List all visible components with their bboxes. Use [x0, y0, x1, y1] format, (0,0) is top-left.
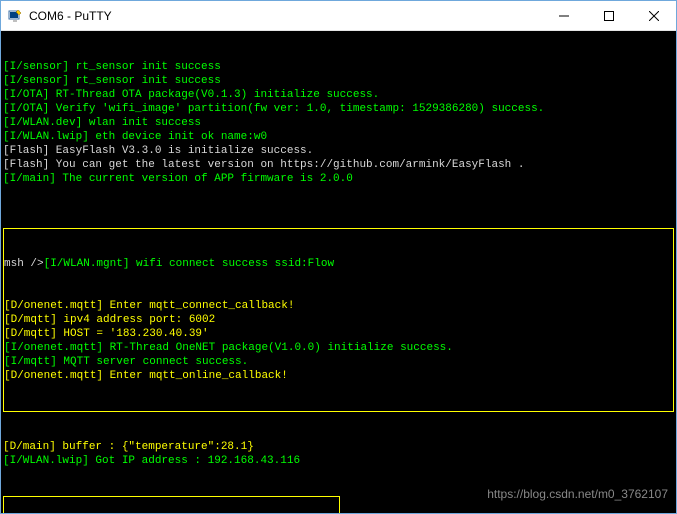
- close-button[interactable]: [631, 1, 676, 30]
- log-line: [I/main] The current version of APP firm…: [3, 172, 674, 186]
- log-line: [I/OTA] Verify 'wifi_image' partition(fw…: [3, 102, 674, 116]
- log-line: [I/sensor] rt_sensor init success: [3, 74, 674, 88]
- log-line: [I/WLAN.mgnt] wifi connect success ssid:…: [44, 258, 334, 270]
- maximize-button[interactable]: [586, 1, 631, 30]
- log-line: [D/onenet.mqtt] Enter mqtt_online_callba…: [4, 369, 673, 383]
- log-line: [I/sensor] rt_sensor init success: [3, 60, 674, 74]
- titlebar[interactable]: COM6 - PuTTY: [1, 1, 676, 31]
- shell-prompt: msh />: [4, 258, 44, 270]
- log-line: [D/mqtt] ipv4 address port: 6002: [4, 313, 673, 327]
- watermark: https://blog.csdn.net/m0_3762107: [487, 487, 668, 501]
- log-line: [I/onenet.mqtt] RT-Thread OneNET package…: [4, 341, 673, 355]
- log-line: [D/main] buffer : {"temperature":28.1}: [3, 440, 674, 454]
- terminal-area[interactable]: [I/sensor] rt_sensor init success[I/sens…: [1, 31, 676, 513]
- log-line: [I/OTA] RT-Thread OTA package(V0.1.3) in…: [3, 88, 674, 102]
- log-line: [I/WLAN.dev] wlan init success: [3, 116, 674, 130]
- log-line: [D/onenet.mqtt] Enter mqtt_connect_callb…: [4, 299, 673, 313]
- window-title: COM6 - PuTTY: [29, 9, 541, 23]
- log-line: [D/mqtt] HOST = '183.230.40.39': [4, 327, 673, 341]
- log-line: [Flash] EasyFlash V3.3.0 is initialize s…: [3, 144, 674, 158]
- highlight-box-1: msh />[I/WLAN.mgnt] wifi connect success…: [3, 228, 674, 412]
- log-line: [I/WLAN.lwip] eth device init ok name:w0: [3, 130, 674, 144]
- putty-window: COM6 - PuTTY [I/sensor] rt_sensor init s…: [0, 0, 677, 514]
- log-line: [I/mqtt] MQTT server connect success.: [4, 355, 673, 369]
- putty-icon: [7, 8, 23, 24]
- highlight-box-2: [D/main] buffer : {"humidity":33.4}[D/ma…: [3, 496, 340, 513]
- log-line: [3, 186, 674, 200]
- minimize-button[interactable]: [541, 1, 586, 30]
- window-buttons: [541, 1, 676, 30]
- log-line: [Flash] You can get the latest version o…: [3, 158, 674, 172]
- log-line: [I/WLAN.lwip] Got IP address : 192.168.4…: [3, 454, 674, 468]
